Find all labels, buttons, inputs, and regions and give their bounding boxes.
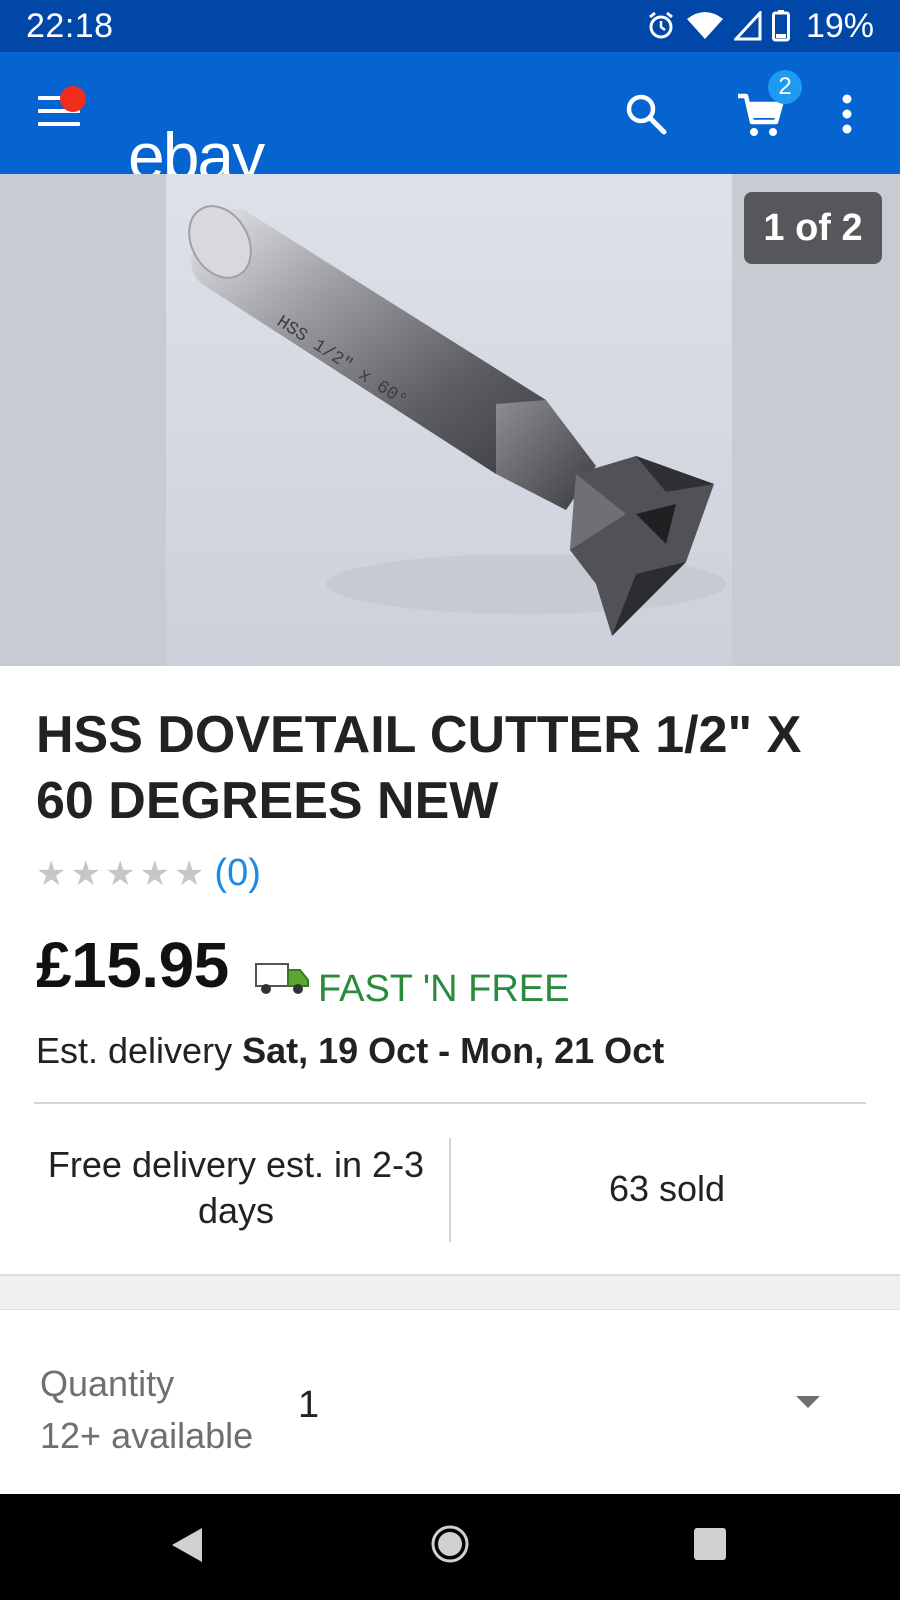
info-divider — [449, 1138, 451, 1242]
alarm-icon — [649, 11, 673, 39]
product-title: HSS DOVETAIL CUTTER 1/2" X 60 DEGREES NE… — [36, 706, 802, 830]
cart-badge: 2 — [768, 70, 802, 104]
star-icon: ★ — [36, 854, 67, 893]
star-icon: ★ — [70, 854, 101, 893]
status-bar: 22:18 19% — [0, 0, 900, 52]
fast-n-free-badge: FAST 'N FREE — [318, 968, 570, 1010]
quantity-label-group: Quantity 12+ available — [40, 1358, 253, 1462]
app-bar: ebay — [0, 52, 900, 193]
review-count-link[interactable]: (0) — [214, 852, 260, 895]
product-photo[interactable]: HSS 1/2" x 60° — [166, 174, 732, 666]
search-icon — [626, 94, 667, 135]
dropdown-arrow-icon[interactable] — [796, 1396, 820, 1408]
battery-icon — [771, 10, 790, 42]
status-time: 22:18 — [26, 6, 114, 45]
section-separator — [0, 1274, 900, 1310]
star-icon: ★ — [139, 854, 170, 893]
star-icon: ★ — [173, 854, 205, 893]
search-button[interactable] — [624, 92, 668, 141]
notification-dot — [60, 86, 86, 112]
estimated-delivery: Est. delivery Sat, 19 Oct - Mon, 21 Oct — [36, 1030, 664, 1072]
quantity-availability: 12+ available — [40, 1415, 254, 1456]
signal-icon — [733, 11, 762, 41]
delivery-prefix: Est. delivery — [36, 1030, 233, 1071]
product-rating[interactable]: ★ ★ ★ ★ ★ (0) — [36, 852, 261, 895]
delivery-dates: Sat, 19 Oct - Mon, 21 Oct — [242, 1030, 665, 1071]
home-icon[interactable] — [430, 1524, 470, 1564]
recents-icon[interactable] — [692, 1526, 728, 1562]
image-counter: 1 of 2 — [744, 192, 882, 264]
sold-count: 63 sold — [608, 1168, 726, 1209]
wifi-icon — [686, 12, 723, 39]
quantity-label: Quantity — [40, 1363, 175, 1404]
dovetail-cutter-image: HSS 1/2" x 60° — [188, 205, 726, 636]
free-delivery-info: Free delivery est. in 2-3 days — [47, 1144, 425, 1231]
back-icon[interactable] — [170, 1526, 204, 1564]
status-icons: 19% — [646, 7, 874, 46]
battery-percent: 19% — [805, 6, 874, 45]
divider — [34, 1102, 866, 1104]
system-nav-bar — [0, 1494, 900, 1600]
product-price: £15.95 — [36, 929, 229, 1001]
rating-stars: ★ ★ ★ ★ ★ — [36, 856, 204, 892]
quantity-select-value[interactable]: 1 — [298, 1384, 319, 1427]
more-button[interactable] — [840, 94, 854, 139]
truck-icon — [255, 963, 309, 994]
more-icon — [842, 94, 852, 134]
star-icon: ★ — [104, 854, 136, 893]
